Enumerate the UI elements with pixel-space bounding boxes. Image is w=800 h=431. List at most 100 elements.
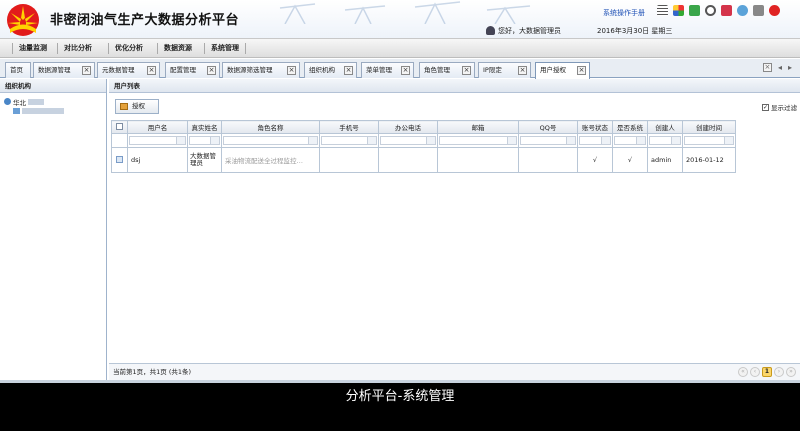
- filter-input[interactable]: [520, 136, 576, 145]
- filter-input[interactable]: [579, 136, 611, 145]
- cell-qq: [518, 147, 578, 173]
- menu-item-data-resources[interactable]: 数据资源: [157, 43, 198, 54]
- org-node-icon: [4, 98, 11, 105]
- tab-prev-icon[interactable]: ◂: [778, 63, 782, 72]
- menu-item-system-management[interactable]: 系统管理: [204, 43, 246, 54]
- column-header[interactable]: 角色名称: [221, 120, 320, 134]
- filter-input[interactable]: [439, 136, 517, 145]
- close-icon[interactable]: ×: [401, 66, 410, 75]
- close-icon[interactable]: ×: [82, 66, 91, 75]
- pager: « ‹ 1 › »: [738, 367, 796, 377]
- cell-is-system: √: [612, 147, 648, 173]
- cell-creator: admin: [647, 147, 683, 173]
- close-icon[interactable]: ×: [287, 66, 296, 75]
- authorize-button[interactable]: 授权: [115, 99, 159, 114]
- pagination-bar: 当前第1页，共1页 (共1条) « ‹ 1 › »: [109, 363, 800, 380]
- org-sidebar: 组织机构 华北: [0, 79, 107, 380]
- column-header[interactable]: 是否系统: [612, 120, 648, 134]
- tab-label: 元数据管理: [102, 66, 135, 74]
- tab-datasource-filter[interactable]: 数据源筛选管理 ×: [222, 62, 300, 78]
- filter-cell: [682, 133, 736, 148]
- tab-datasource[interactable]: 数据源管理 ×: [33, 62, 95, 78]
- tab-bar: 首页 数据源管理 × 元数据管理 × 配置管理 × 数据源筛选管理 × 组织机构 × 菜单…: [0, 59, 800, 79]
- power-icon[interactable]: [769, 5, 780, 16]
- grid-icon[interactable]: [673, 5, 684, 16]
- page-number-button[interactable]: 1: [762, 367, 772, 377]
- filter-input[interactable]: [129, 136, 186, 145]
- filter-checkbox[interactable]: ✓: [762, 103, 769, 111]
- filter-input[interactable]: [223, 136, 318, 145]
- first-page-icon[interactable]: «: [738, 367, 748, 377]
- tools-icon[interactable]: [721, 5, 732, 16]
- show-filter-toggle[interactable]: ✓ 显示过滤: [762, 102, 797, 112]
- row-select-cell[interactable]: [111, 147, 128, 173]
- tab-user-authorization[interactable]: 用户授权 ×: [535, 62, 590, 79]
- edit-icon[interactable]: [753, 5, 764, 16]
- list-icon[interactable]: [657, 5, 668, 16]
- menu-item-output-monitoring[interactable]: 油量监测: [12, 43, 53, 54]
- select-all-checkbox[interactable]: [116, 122, 123, 130]
- pumpjack-banner-image: [279, 1, 531, 24]
- tab-metadata[interactable]: 元数据管理 ×: [97, 62, 160, 78]
- close-icon[interactable]: ×: [577, 66, 586, 75]
- close-icon[interactable]: ×: [518, 66, 527, 75]
- filter-input[interactable]: [321, 136, 377, 145]
- filter-row: [111, 133, 736, 148]
- authorize-icon: [120, 103, 128, 110]
- tab-config[interactable]: 配置管理 ×: [165, 62, 220, 78]
- column-header[interactable]: 用户名: [127, 120, 188, 134]
- tab-home[interactable]: 首页: [5, 62, 31, 78]
- tree-node-child[interactable]: [4, 106, 102, 115]
- user-list-panel: 用户列表 授权 ✓ 显示过滤 用户名 真实姓名 角色名称 手机号 办公电话 邮箱 …: [109, 79, 800, 380]
- redacted-text: [28, 98, 44, 105]
- close-icon[interactable]: ×: [462, 66, 471, 75]
- column-header[interactable]: 账号状态: [577, 120, 613, 134]
- cell-realname: 大数据管理员: [187, 147, 222, 173]
- org-tree: 华北: [0, 93, 106, 119]
- tab-label: 菜单管理: [366, 66, 392, 74]
- close-icon[interactable]: ×: [207, 66, 216, 75]
- filter-input[interactable]: [380, 136, 436, 145]
- column-header[interactable]: 创建时间: [682, 120, 736, 134]
- tab-next-icon[interactable]: ▸: [788, 63, 792, 72]
- column-header[interactable]: QQ号: [518, 120, 578, 134]
- table-row[interactable]: dsj 大数据管理员 采油物流配送全过程监控… √ √ admin 2016-0…: [111, 147, 736, 173]
- row-checkbox[interactable]: [116, 155, 123, 163]
- cell-email: [437, 147, 519, 173]
- users-icon[interactable]: [737, 5, 748, 16]
- filter-cell: [187, 133, 222, 148]
- tab-menu-management[interactable]: 菜单管理 ×: [361, 62, 414, 78]
- panel-toolbar: 授权 ✓ 显示过滤: [109, 95, 800, 117]
- redacted-text: [22, 107, 64, 114]
- tab-role-management[interactable]: 角色管理 ×: [419, 62, 475, 78]
- tab-label: 组织机构: [309, 66, 335, 74]
- tab-organization[interactable]: 组织机构 ×: [304, 62, 357, 78]
- manual-link[interactable]: 系统操作手册: [603, 8, 645, 18]
- close-icon[interactable]: ×: [344, 66, 353, 75]
- filter-input[interactable]: [614, 136, 646, 145]
- last-page-icon[interactable]: »: [786, 367, 796, 377]
- cell-status: √: [577, 147, 613, 173]
- menu-item-optimization[interactable]: 优化分析: [108, 43, 149, 54]
- column-header[interactable]: 手机号: [319, 120, 379, 134]
- prev-page-icon[interactable]: ‹: [750, 367, 760, 377]
- petrochina-logo-icon: [7, 4, 39, 36]
- select-all-cell[interactable]: [111, 120, 128, 134]
- column-header[interactable]: 真实姓名: [187, 120, 222, 134]
- menu-item-comparison[interactable]: 对比分析: [57, 43, 98, 54]
- tab-nav: × ◂ ▸: [762, 63, 792, 72]
- refresh-icon[interactable]: [705, 5, 716, 16]
- column-header[interactable]: 邮箱: [437, 120, 519, 134]
- column-header[interactable]: 创建人: [647, 120, 683, 134]
- column-header[interactable]: 办公电话: [378, 120, 438, 134]
- filter-input[interactable]: [684, 136, 734, 145]
- filter-input[interactable]: [649, 136, 681, 145]
- close-icon[interactable]: ×: [147, 66, 156, 75]
- tree-node-root[interactable]: 华北: [4, 97, 102, 107]
- tab-ip-restriction[interactable]: IP限定 ×: [478, 62, 531, 78]
- download-icon[interactable]: [689, 5, 700, 16]
- tree-node-label: 华北: [13, 98, 26, 107]
- next-page-icon[interactable]: ›: [774, 367, 784, 377]
- close-all-icon[interactable]: ×: [762, 63, 772, 72]
- filter-input[interactable]: [189, 136, 220, 145]
